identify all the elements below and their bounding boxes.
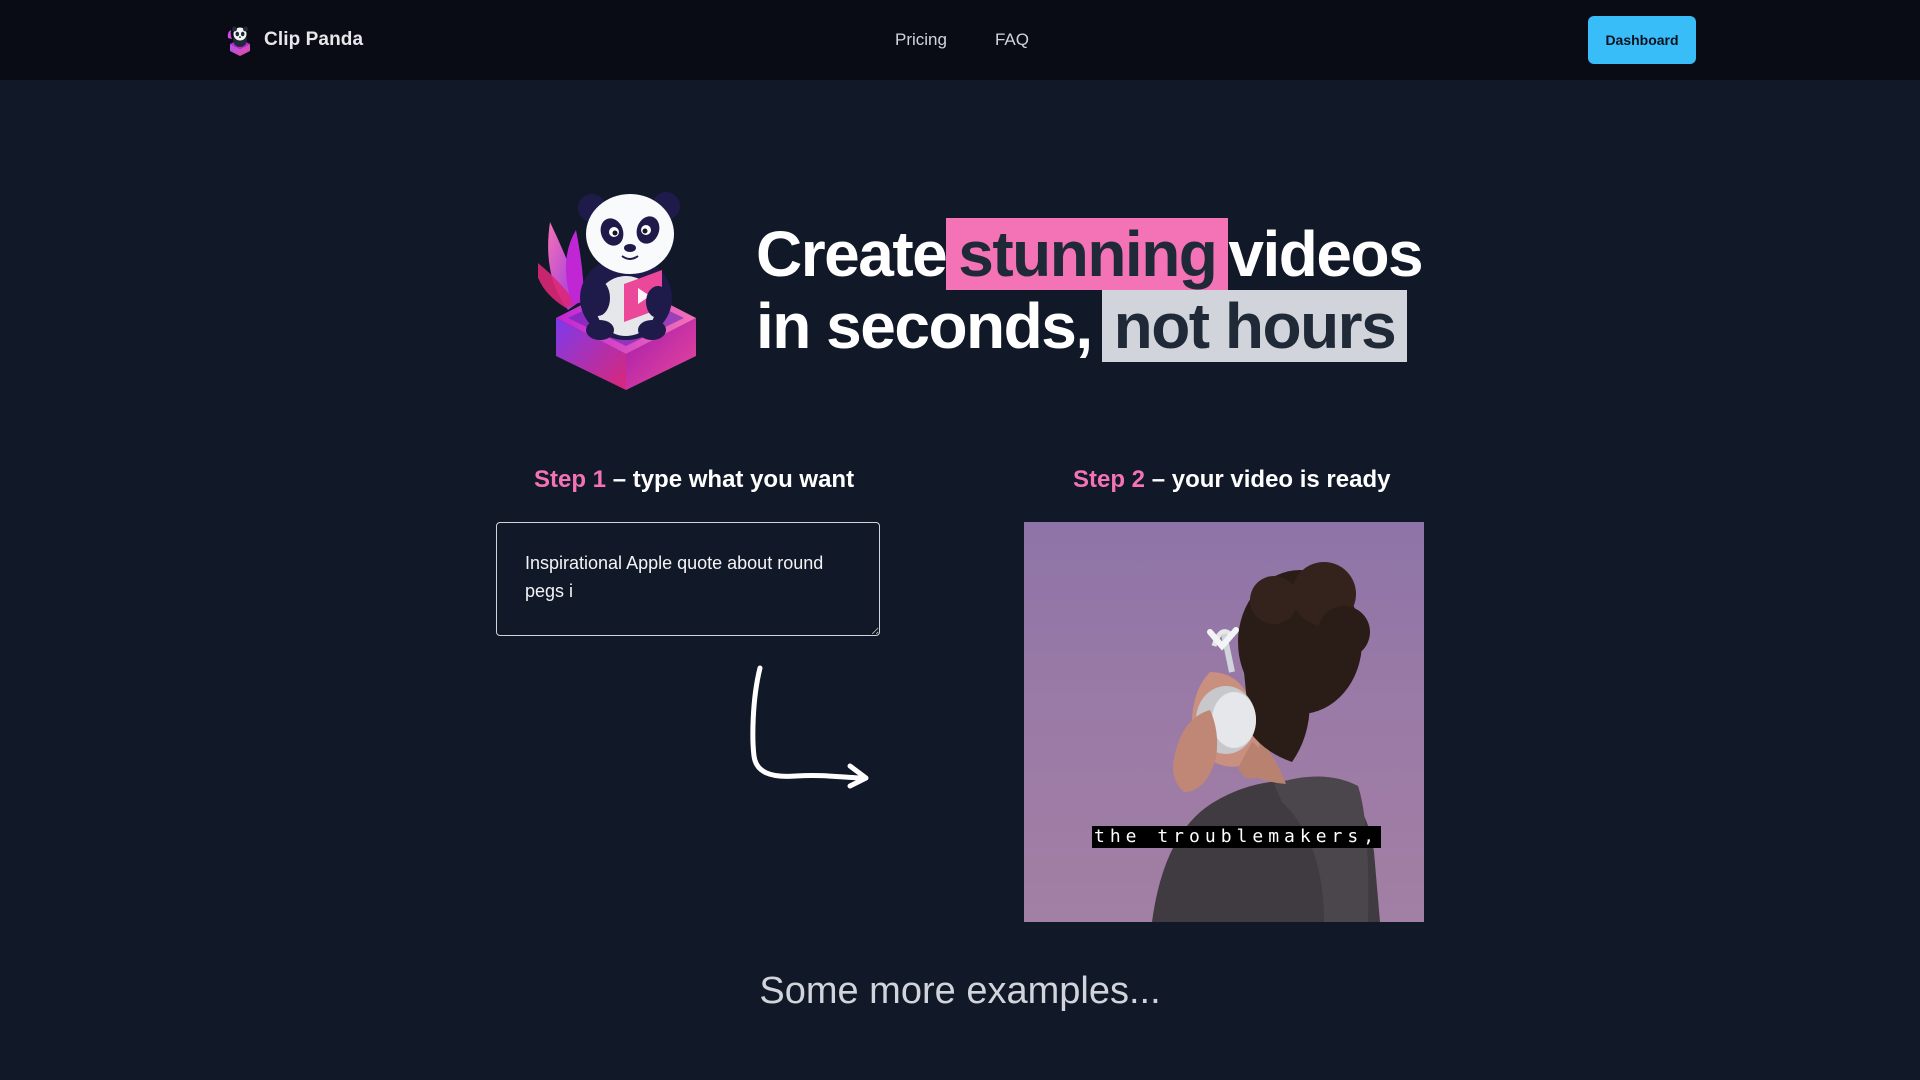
hero-title: Create stunning videos in seconds, not hour…: [756, 218, 1424, 362]
hero-highlight-not-hours: not hours: [1101, 290, 1408, 362]
video-preview[interactable]: the troublemakers,: [1024, 522, 1424, 922]
examples-heading: Some more examples...: [759, 970, 1161, 1012]
step1-text: – type what you want: [612, 466, 855, 493]
hero-text-create: Create: [756, 218, 948, 290]
step2-number: Step 2: [1073, 466, 1146, 493]
step1-heading: Step 1 – type what you want: [534, 466, 854, 494]
brand-home-link[interactable]: Clip Panda: [226, 24, 363, 56]
main-nav: Pricing FAQ: [895, 30, 1029, 50]
hero-text-videos: videos: [1228, 218, 1423, 290]
panda-mascot-icon: [538, 192, 696, 390]
nav-pricing-link[interactable]: Pricing: [895, 30, 947, 50]
step1-number: Step 1: [534, 466, 607, 493]
dashboard-button[interactable]: Dashboard: [1588, 16, 1696, 64]
curved-arrow-icon: [750, 665, 869, 789]
hero-line-1: Create stunning videos: [756, 218, 1424, 290]
hero-text-in-seconds: in seconds,: [756, 290, 1093, 362]
hero-highlight-stunning: stunning: [946, 218, 1229, 290]
video-subtitle: the troublemakers,: [1092, 826, 1382, 848]
brand-name: Clip Panda: [264, 29, 364, 50]
top-navigation-bar: Clip Panda Pricing FAQ Dashboard: [0, 0, 1920, 80]
panda-logo-icon: [227, 26, 250, 56]
hero-line-2: in seconds, not hours: [756, 290, 1422, 362]
video-frame-image: [1152, 562, 1380, 922]
nav-faq-link[interactable]: FAQ: [995, 30, 1029, 50]
step2-text: – your video is ready: [1151, 466, 1391, 493]
step2-heading: Step 2 – your video is ready: [1073, 466, 1390, 494]
prompt-input[interactable]: Inspirational Apple quote about round pe…: [496, 522, 880, 636]
